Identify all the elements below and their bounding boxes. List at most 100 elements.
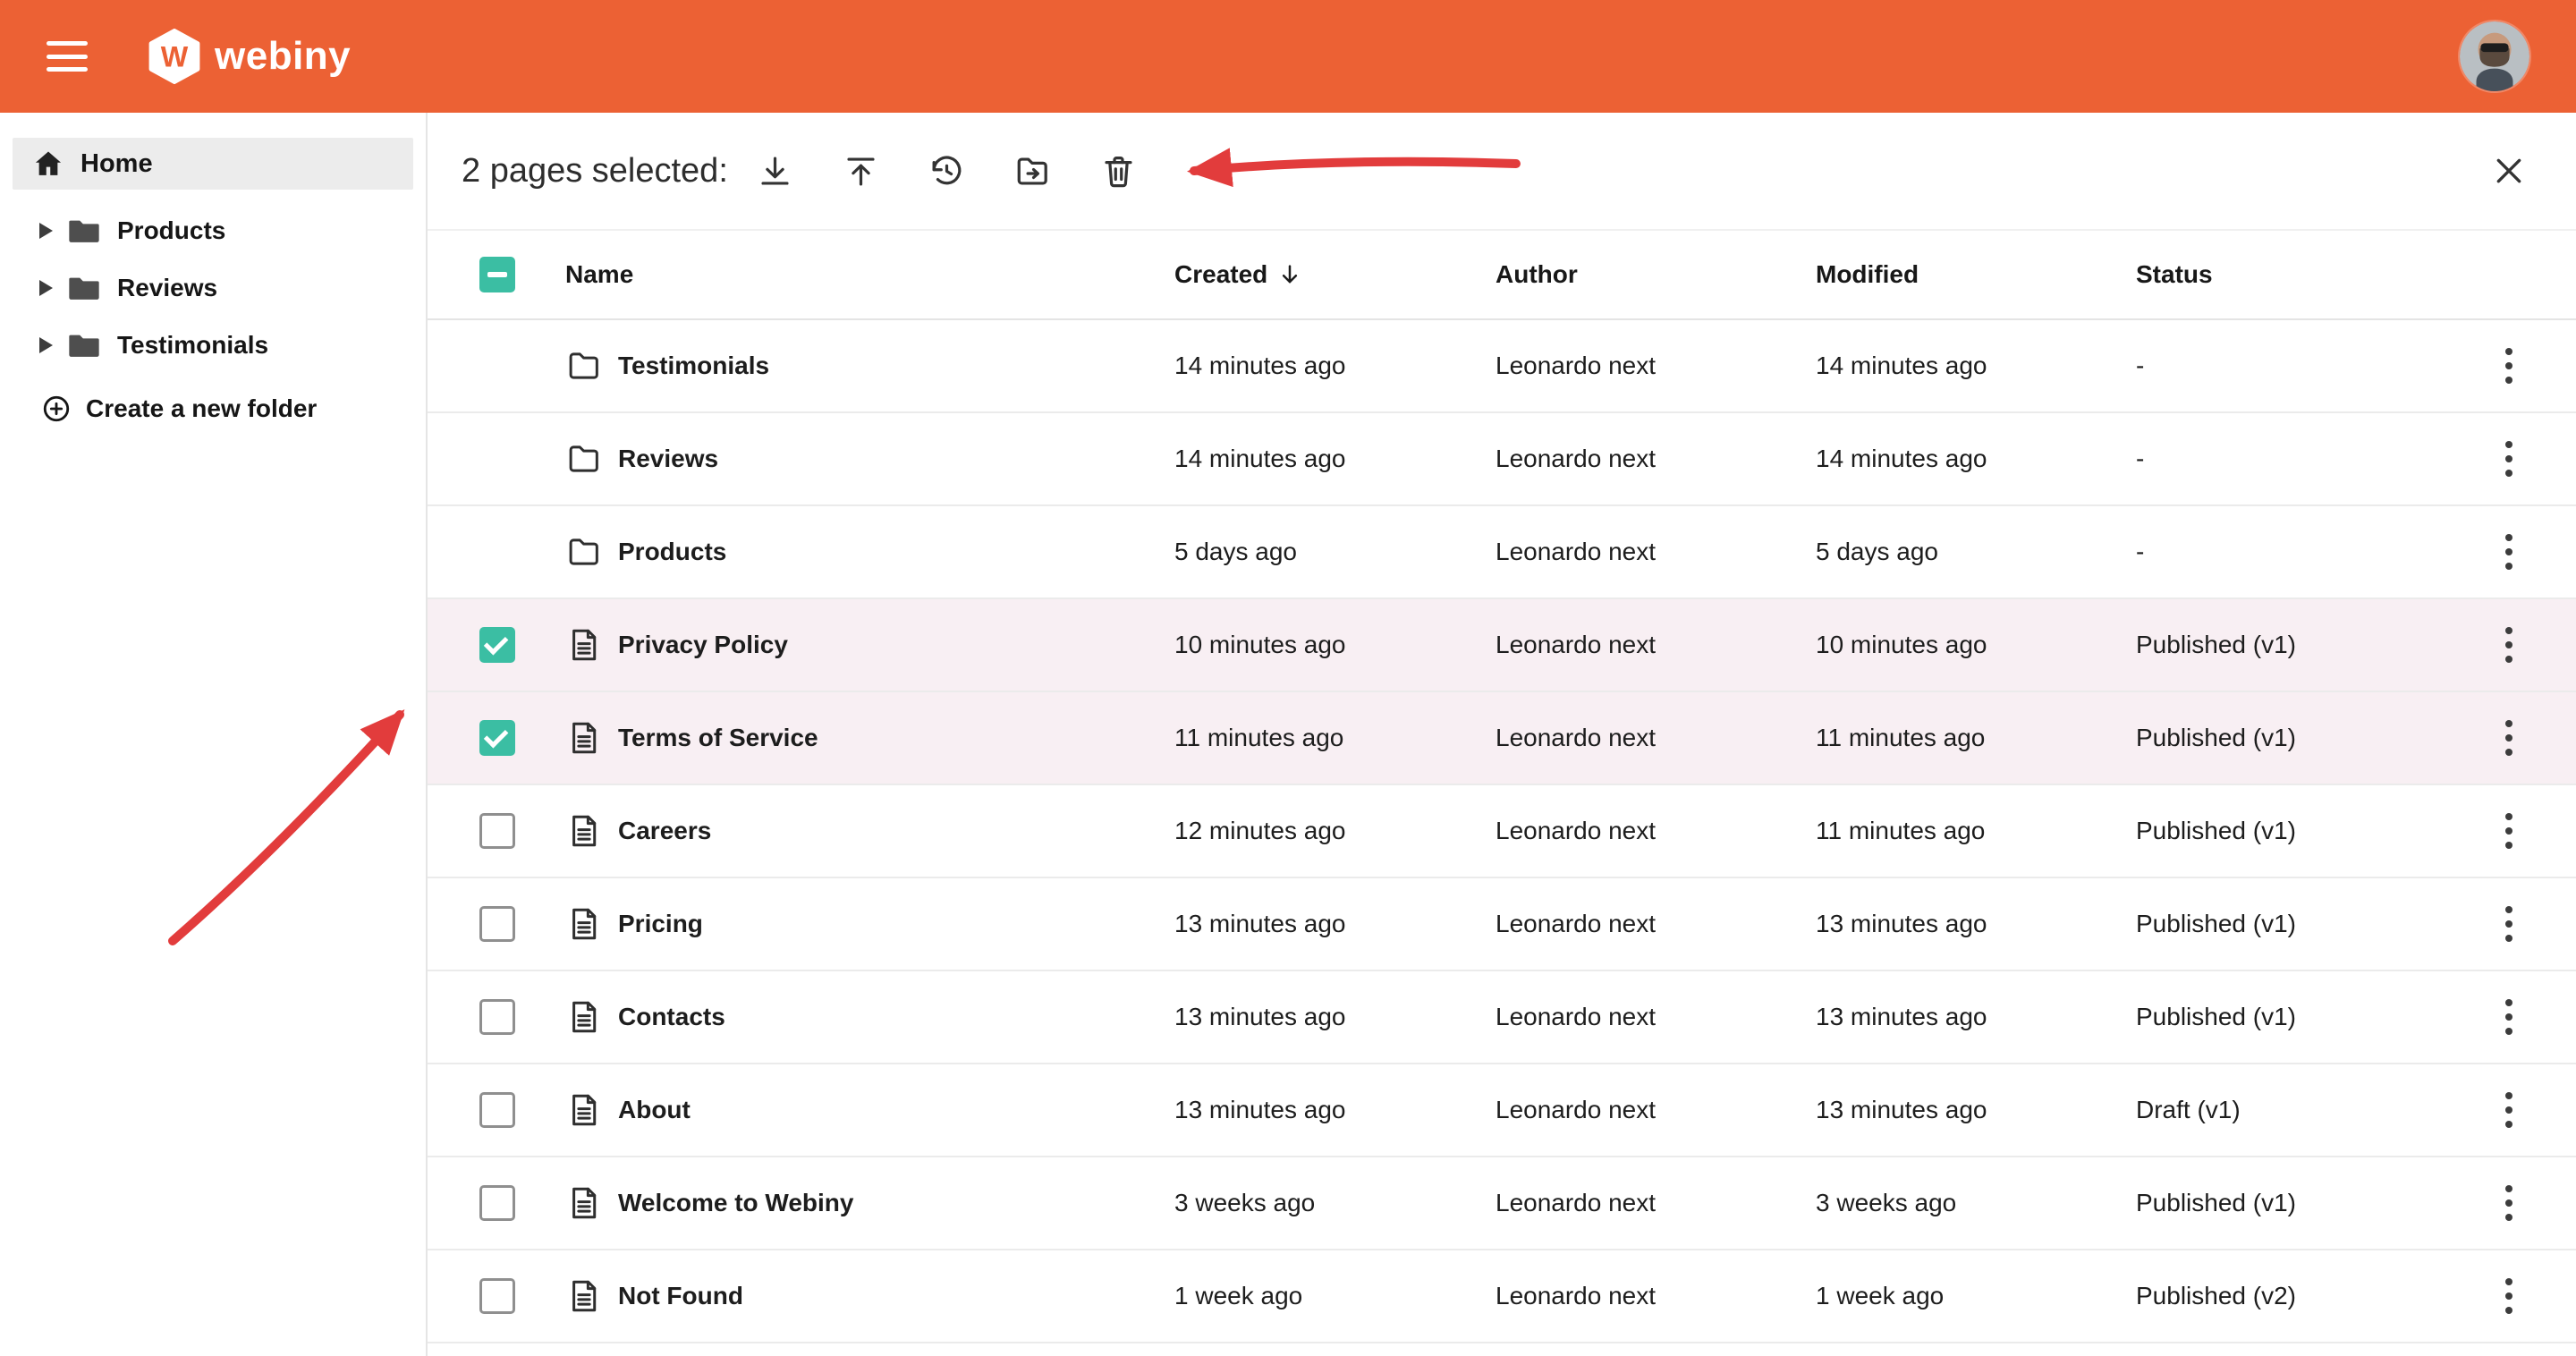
export-button[interactable] xyxy=(835,145,887,197)
row-menu-button[interactable] xyxy=(2484,620,2534,670)
restore-icon xyxy=(928,152,966,191)
user-avatar[interactable] xyxy=(2460,21,2529,91)
row-checkbox[interactable] xyxy=(479,906,515,942)
plus-circle-icon xyxy=(41,394,72,424)
row-modified: 3 weeks ago xyxy=(1816,1189,2136,1217)
row-created: 13 minutes ago xyxy=(1174,910,1496,938)
select-all-checkbox[interactable] xyxy=(479,257,515,292)
restore-button[interactable] xyxy=(921,145,973,197)
sidebar-folder-reviews[interactable]: Reviews xyxy=(0,259,426,317)
row-checkbox[interactable] xyxy=(479,627,515,663)
row-name: Terms of Service xyxy=(618,724,818,752)
create-folder-label: Create a new folder xyxy=(86,394,317,423)
row-menu-button[interactable] xyxy=(2484,1085,2534,1135)
selection-actions xyxy=(750,145,1145,197)
page-icon xyxy=(565,626,603,664)
row-status: Draft (v1) xyxy=(2136,1096,2442,1124)
row-modified: 14 minutes ago xyxy=(1816,352,2136,380)
row-author: Leonardo next xyxy=(1496,352,1816,380)
close-selection-button[interactable] xyxy=(2483,145,2535,197)
row-menu-button[interactable] xyxy=(2484,713,2534,763)
row-menu-button[interactable] xyxy=(2484,992,2534,1042)
row-author: Leonardo next xyxy=(1496,1282,1816,1310)
row-checkbox[interactable] xyxy=(479,813,515,849)
row-modified: 10 minutes ago xyxy=(1816,631,2136,659)
chevron-right-icon[interactable] xyxy=(39,223,53,239)
sidebar-folder-label: Products xyxy=(117,216,225,245)
move-to-folder-button[interactable] xyxy=(1007,145,1059,197)
table-row[interactable]: Careers 12 minutes ago Leonardo next 11 … xyxy=(428,785,2576,878)
table-row[interactable]: Pricing 13 minutes ago Leonardo next 13 … xyxy=(428,878,2576,971)
selection-toolbar: 2 pages selected: xyxy=(428,113,2576,231)
row-modified: 13 minutes ago xyxy=(1816,910,2136,938)
sort-desc-arrow-icon xyxy=(1276,261,1303,288)
row-menu-button[interactable] xyxy=(2484,527,2534,577)
selection-count-label: 2 pages selected: xyxy=(462,152,728,191)
hamburger-menu-icon[interactable] xyxy=(47,41,88,72)
row-menu-button[interactable] xyxy=(2484,1271,2534,1321)
table-row[interactable]: Not Found 1 week ago Leonardo next 1 wee… xyxy=(428,1250,2576,1343)
row-name: Products xyxy=(618,538,726,566)
row-checkbox[interactable] xyxy=(479,720,515,756)
row-modified: 1 week ago xyxy=(1816,1282,2136,1310)
sidebar-item-home[interactable]: Home xyxy=(13,138,413,190)
table-row[interactable]: Contacts 13 minutes ago Leonardo next 13… xyxy=(428,971,2576,1064)
sidebar-folder-products[interactable]: Products xyxy=(0,202,426,259)
webiny-logo: W webiny xyxy=(147,29,351,84)
column-header-name[interactable]: Name xyxy=(565,260,1174,289)
folder-icon xyxy=(66,327,102,363)
column-header-modified[interactable]: Modified xyxy=(1816,260,2136,289)
home-icon xyxy=(32,148,64,180)
row-name: About xyxy=(618,1096,691,1124)
row-author: Leonardo next xyxy=(1496,817,1816,845)
row-menu-button[interactable] xyxy=(2484,899,2534,949)
row-name: Reviews xyxy=(618,445,718,473)
table-row[interactable]: Products 5 days ago Leonardo next 5 days… xyxy=(428,506,2576,599)
main-content: 2 pages selected: xyxy=(428,113,2576,1356)
chevron-right-icon[interactable] xyxy=(39,280,53,296)
download-button[interactable] xyxy=(750,145,801,197)
table-row[interactable]: Testimonials 14 minutes ago Leonardo nex… xyxy=(428,320,2576,413)
column-header-author[interactable]: Author xyxy=(1496,260,1816,289)
row-name: Contacts xyxy=(618,1003,725,1031)
row-checkbox[interactable] xyxy=(479,1278,515,1314)
folder-icon xyxy=(565,347,603,385)
row-modified: 13 minutes ago xyxy=(1816,1003,2136,1031)
row-checkbox[interactable] xyxy=(479,999,515,1035)
column-header-created[interactable]: Created xyxy=(1174,260,1496,289)
row-created: 11 minutes ago xyxy=(1174,724,1496,752)
folder-sidebar: Home Products Reviews Testimonials xyxy=(0,113,428,1356)
row-menu-button[interactable] xyxy=(2484,1178,2534,1228)
sidebar-home-label: Home xyxy=(80,149,153,179)
column-header-status[interactable]: Status xyxy=(2136,260,2442,289)
page-icon xyxy=(565,1184,603,1222)
brand-wordmark: webiny xyxy=(215,34,351,79)
row-author: Leonardo next xyxy=(1496,1003,1816,1031)
row-author: Leonardo next xyxy=(1496,724,1816,752)
row-menu-button[interactable] xyxy=(2484,434,2534,484)
row-created: 5 days ago xyxy=(1174,538,1496,566)
table-row[interactable]: Reviews 14 minutes ago Leonardo next 14 … xyxy=(428,413,2576,506)
row-menu-button[interactable] xyxy=(2484,341,2534,391)
row-created: 13 minutes ago xyxy=(1174,1003,1496,1031)
table-row[interactable]: Privacy Policy 10 minutes ago Leonardo n… xyxy=(428,599,2576,692)
delete-button[interactable] xyxy=(1093,145,1145,197)
chevron-right-icon[interactable] xyxy=(39,337,53,353)
row-checkbox[interactable] xyxy=(479,1185,515,1221)
webiny-logo-badge-icon: W xyxy=(147,29,202,84)
close-icon xyxy=(2491,153,2527,189)
row-checkbox[interactable] xyxy=(479,1092,515,1128)
row-menu-button[interactable] xyxy=(2484,806,2534,856)
table-row[interactable]: About 13 minutes ago Leonardo next 13 mi… xyxy=(428,1064,2576,1157)
table-row[interactable]: Welcome to Webiny 3 weeks ago Leonardo n… xyxy=(428,1157,2576,1250)
topbar: W webiny xyxy=(0,0,2576,113)
folder-icon xyxy=(565,533,603,571)
sidebar-folder-label: Testimonials xyxy=(117,331,268,360)
row-modified: 13 minutes ago xyxy=(1816,1096,2136,1124)
table-row[interactable]: Terms of Service 11 minutes ago Leonardo… xyxy=(428,692,2576,785)
row-status: Published (v1) xyxy=(2136,1189,2442,1217)
row-name: Welcome to Webiny xyxy=(618,1189,853,1217)
sidebar-folder-testimonials[interactable]: Testimonials xyxy=(0,317,426,374)
create-folder-button[interactable]: Create a new folder xyxy=(0,381,426,436)
move-to-folder-icon xyxy=(1013,152,1052,191)
